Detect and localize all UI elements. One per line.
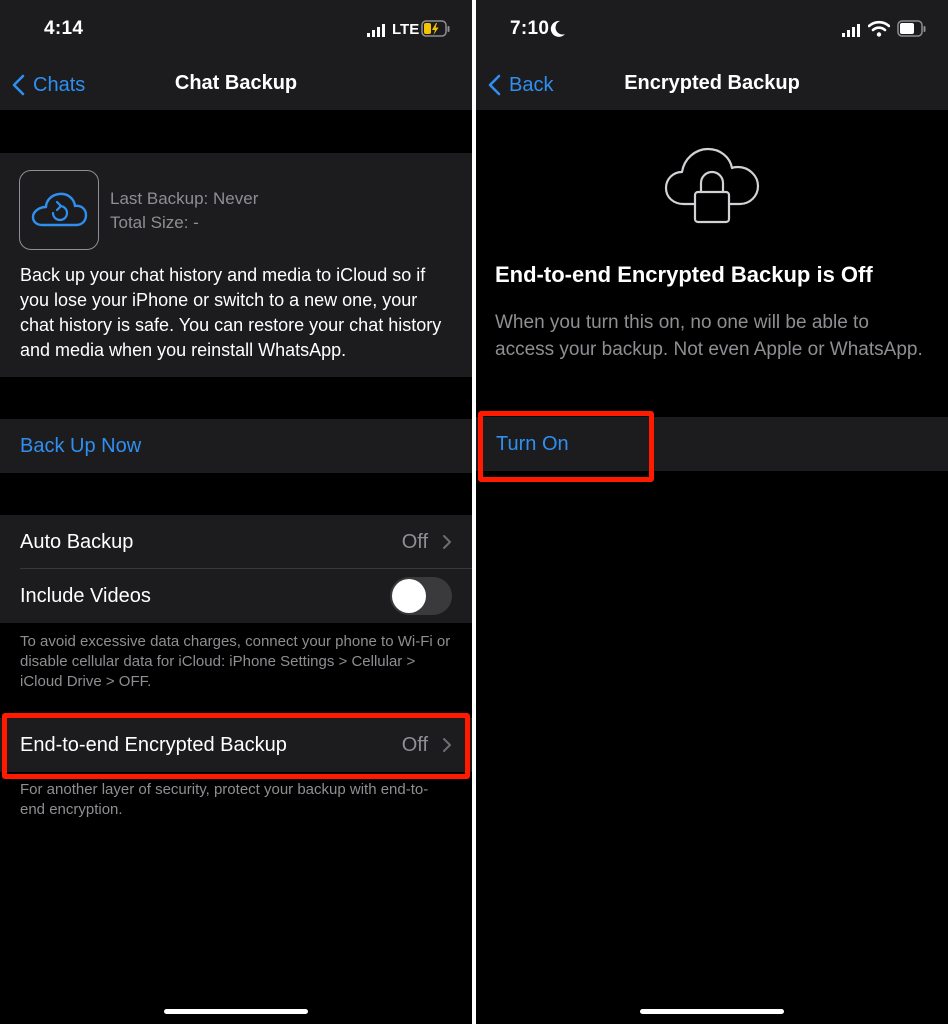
chevron-right-icon (443, 535, 451, 549)
cloud-lock-icon (662, 144, 762, 231)
home-indicator (640, 1009, 784, 1014)
chat-backup-screen: 4:14 LTE Chats Chat Backup Last Backup: … (0, 0, 472, 1024)
toggle-knob (392, 579, 426, 613)
e2e-backup-label: End-to-end Encrypted Backup (20, 734, 287, 756)
include-videos-toggle[interactable] (390, 577, 452, 615)
chevron-right-icon (443, 738, 451, 752)
status-bar: 7:10 (476, 0, 948, 60)
status-bar: 4:14 LTE (0, 0, 472, 60)
include-videos-label: Include Videos (20, 585, 151, 607)
auto-backup-row[interactable]: Auto Backup Off (0, 515, 472, 569)
battery-icon (897, 20, 927, 43)
turn-on-label: Turn On (496, 433, 569, 455)
encryption-description: When you turn this on, no one will be ab… (495, 312, 923, 360)
backup-description: Back up your chat history and media to i… (20, 265, 442, 360)
e2e-backup-row[interactable]: End-to-end Encrypted Backup Off (0, 718, 472, 772)
backup-info-card: Last Backup: Never Total Size: - Back up… (0, 153, 472, 377)
last-backup-text: Last Backup: Never (110, 189, 259, 208)
e2e-backup-note: For another layer of security, protect y… (20, 781, 429, 818)
back-up-now-label: Back Up Now (20, 435, 142, 457)
wifi-icon (867, 20, 891, 42)
encryption-status-heading: End-to-end Encrypted Backup is Off (495, 262, 873, 287)
total-size-text: Total Size: - (110, 213, 199, 232)
nav-bar: Chats Chat Backup (0, 60, 472, 110)
battery-charging-icon (421, 20, 451, 43)
page-title: Encrypted Backup (624, 72, 800, 94)
back-up-now-button[interactable]: Back Up Now (0, 419, 472, 473)
cellular-signal-icon (842, 23, 862, 42)
data-charges-note: To avoid excessive data charges, connect… (20, 633, 451, 690)
page-title: Chat Backup (174, 72, 298, 94)
status-time: 4:14 (44, 18, 84, 39)
cellular-signal-icon (367, 23, 387, 42)
nav-bar: Back Encrypted Backup (476, 60, 948, 110)
e2e-backup-value: Off (401, 734, 428, 756)
turn-on-button[interactable]: Turn On (476, 417, 948, 471)
status-time: 7:10 (510, 18, 550, 39)
network-type: LTE (392, 21, 420, 38)
auto-backup-label: Auto Backup (20, 531, 134, 553)
home-indicator (164, 1009, 308, 1014)
auto-backup-value: Off (401, 531, 428, 553)
include-videos-row: Include Videos (0, 569, 472, 623)
moon-icon (550, 20, 566, 43)
encrypted-backup-screen: 7:10 Back Encrypted Backup End-to-end En… (476, 0, 948, 1024)
icloud-backup-icon (19, 170, 99, 250)
